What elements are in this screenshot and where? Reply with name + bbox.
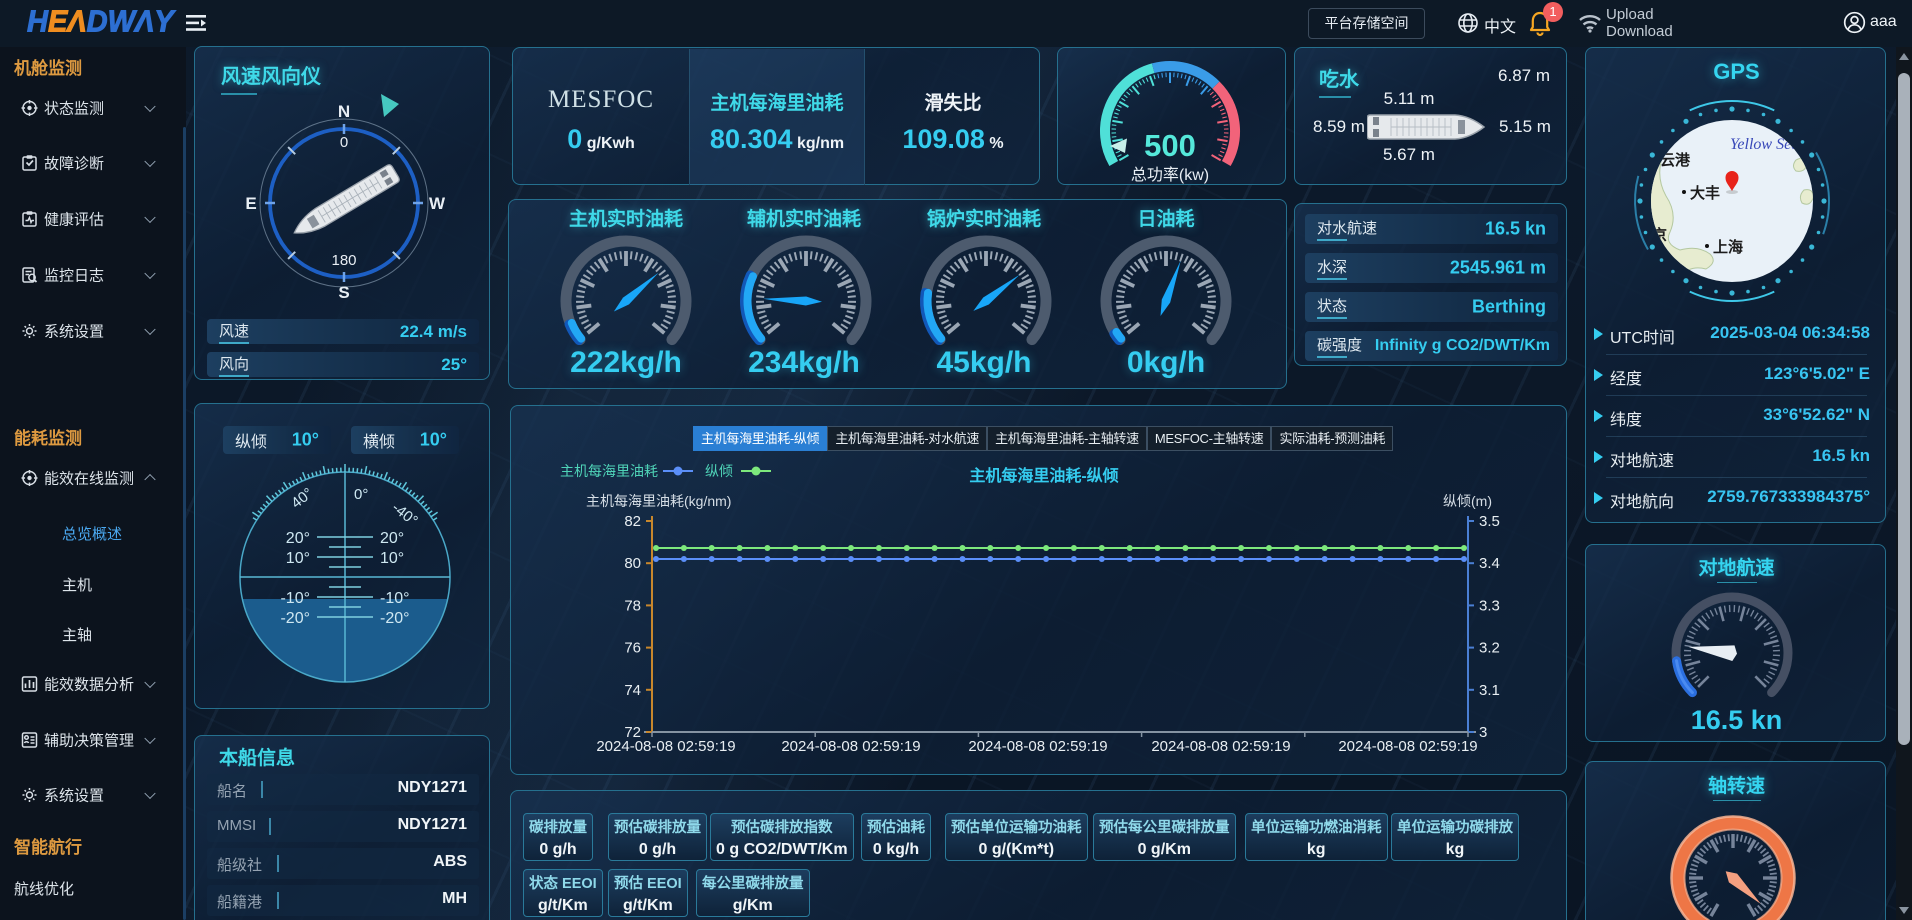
svg-text:76: 76 xyxy=(624,640,641,657)
svg-text:180: 180 xyxy=(331,252,356,269)
svg-text:京: 京 xyxy=(1652,226,1667,244)
svg-text:10°: 10° xyxy=(380,550,404,567)
svg-text:3.3: 3.3 xyxy=(1479,597,1500,614)
svg-text:云港: 云港 xyxy=(1660,151,1691,169)
svg-text:E: E xyxy=(245,194,256,213)
svg-text:82: 82 xyxy=(624,513,641,530)
svg-text:-20°: -20° xyxy=(280,610,310,627)
svg-text:80: 80 xyxy=(624,555,641,572)
svg-text:-10°: -10° xyxy=(380,590,410,607)
svg-text:0°: 0° xyxy=(354,486,368,503)
svg-text:-40°: -40° xyxy=(389,499,421,529)
svg-text:3.2: 3.2 xyxy=(1479,640,1500,657)
svg-text:S: S xyxy=(338,283,349,302)
svg-text:3.4: 3.4 xyxy=(1479,555,1500,572)
svg-text:20°: 20° xyxy=(380,530,404,547)
svg-text:上海: 上海 xyxy=(1713,238,1743,256)
svg-text:N: N xyxy=(338,102,350,121)
svg-text:W: W xyxy=(429,194,446,213)
svg-text:78: 78 xyxy=(624,597,641,614)
svg-text:20°: 20° xyxy=(286,530,310,547)
svg-text:3.1: 3.1 xyxy=(1479,682,1500,699)
svg-text:-20°: -20° xyxy=(380,610,410,627)
svg-text:0: 0 xyxy=(340,134,348,151)
svg-text:40°: 40° xyxy=(288,485,316,512)
svg-text:3.5: 3.5 xyxy=(1479,513,1500,530)
svg-text:10°: 10° xyxy=(286,550,310,567)
svg-text:大丰: 大丰 xyxy=(1690,184,1720,202)
svg-text:-10°: -10° xyxy=(280,590,310,607)
svg-text:74: 74 xyxy=(624,682,641,699)
svg-text:Yellow Sea: Yellow Sea xyxy=(1730,136,1799,153)
